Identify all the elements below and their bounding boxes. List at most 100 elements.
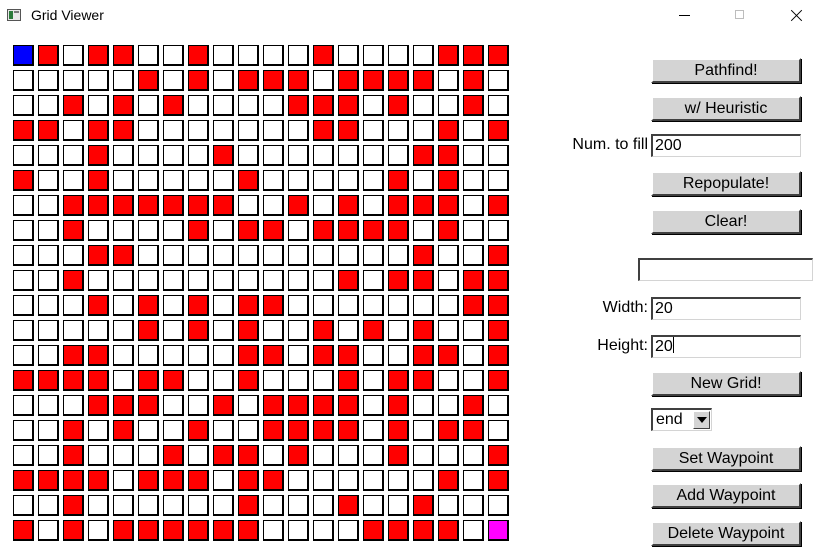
grid-cell-empty[interactable]: [88, 220, 109, 241]
grid-cell-empty[interactable]: [188, 145, 209, 166]
grid-cell-empty[interactable]: [63, 70, 84, 91]
grid-cell-empty[interactable]: [288, 245, 309, 266]
grid-cell-wall[interactable]: [113, 520, 134, 541]
grid-cell-empty[interactable]: [38, 195, 59, 216]
grid-cell-empty[interactable]: [463, 370, 484, 391]
grid-cell-empty[interactable]: [263, 370, 284, 391]
grid-cell-wall[interactable]: [388, 370, 409, 391]
grid-cell-empty[interactable]: [363, 395, 384, 416]
grid-cell-empty[interactable]: [463, 170, 484, 191]
grid-cell-empty[interactable]: [163, 320, 184, 341]
grid-cell-empty[interactable]: [188, 395, 209, 416]
grid-cell-wall[interactable]: [188, 70, 209, 91]
grid-cell-wall[interactable]: [488, 120, 509, 141]
grid-cell-empty[interactable]: [363, 170, 384, 191]
grid-cell-empty[interactable]: [88, 420, 109, 441]
grid-cell-wall[interactable]: [388, 270, 409, 291]
grid-cell-empty[interactable]: [163, 270, 184, 291]
grid-cell-empty[interactable]: [13, 320, 34, 341]
grid-cell-empty[interactable]: [363, 370, 384, 391]
grid-cell-wall[interactable]: [438, 120, 459, 141]
grid-cell-wall[interactable]: [463, 270, 484, 291]
grid-cell-empty[interactable]: [438, 320, 459, 341]
grid-cell-empty[interactable]: [463, 120, 484, 141]
grid-cell-empty[interactable]: [263, 245, 284, 266]
grid-cell-empty[interactable]: [238, 245, 259, 266]
grid-cell-empty[interactable]: [413, 120, 434, 141]
clear-button[interactable]: Clear!: [651, 209, 801, 234]
grid-cell-empty[interactable]: [38, 145, 59, 166]
grid-cell-empty[interactable]: [413, 45, 434, 66]
grid-cell-empty[interactable]: [213, 120, 234, 141]
grid-cell-empty[interactable]: [488, 220, 509, 241]
grid-cell-wall[interactable]: [488, 320, 509, 341]
grid-cell-empty[interactable]: [438, 95, 459, 116]
grid-cell-empty[interactable]: [263, 495, 284, 516]
grid-cell-wall[interactable]: [438, 220, 459, 241]
grid-cell-wall[interactable]: [88, 145, 109, 166]
grid-cell-wall[interactable]: [88, 120, 109, 141]
grid-cell-wall[interactable]: [163, 445, 184, 466]
grid-cell-wall[interactable]: [313, 420, 334, 441]
grid-cell-wall[interactable]: [188, 45, 209, 66]
grid-cell-empty[interactable]: [388, 320, 409, 341]
grid-cell-wall[interactable]: [113, 420, 134, 441]
grid-cell-empty[interactable]: [363, 295, 384, 316]
grid-cell-wall[interactable]: [188, 320, 209, 341]
grid-cell-empty[interactable]: [288, 270, 309, 291]
grid-cell-wall[interactable]: [188, 295, 209, 316]
grid-cell-wall[interactable]: [13, 120, 34, 141]
grid-cell-wall[interactable]: [488, 245, 509, 266]
grid-cell-wall[interactable]: [188, 420, 209, 441]
grid-cell-empty[interactable]: [13, 495, 34, 516]
grid-cell-empty[interactable]: [38, 220, 59, 241]
grid-cell-empty[interactable]: [263, 320, 284, 341]
waypoint-select[interactable]: end: [651, 408, 712, 431]
grid-cell-empty[interactable]: [338, 295, 359, 316]
grid-cell-empty[interactable]: [388, 120, 409, 141]
grid-cell-empty[interactable]: [288, 145, 309, 166]
grid-cell-empty[interactable]: [338, 520, 359, 541]
grid-cell-empty[interactable]: [463, 195, 484, 216]
grid-cell-wall[interactable]: [338, 345, 359, 366]
grid-cell-empty[interactable]: [38, 445, 59, 466]
grid-cell-empty[interactable]: [288, 120, 309, 141]
grid-cell-empty[interactable]: [363, 470, 384, 491]
grid-cell-wall[interactable]: [63, 95, 84, 116]
grid-cell-empty[interactable]: [263, 270, 284, 291]
grid-cell-empty[interactable]: [363, 420, 384, 441]
grid-cell-wall[interactable]: [138, 195, 159, 216]
grid-cell-wall[interactable]: [88, 370, 109, 391]
grid-cell-empty[interactable]: [388, 495, 409, 516]
grid-cell-empty[interactable]: [163, 170, 184, 191]
heuristic-button[interactable]: w/ Heuristic: [651, 96, 801, 121]
grid-cell-wall[interactable]: [463, 95, 484, 116]
grid-cell-wall[interactable]: [188, 470, 209, 491]
grid-cell-wall[interactable]: [88, 45, 109, 66]
grid-cell-empty[interactable]: [288, 345, 309, 366]
grid-cell-empty[interactable]: [463, 345, 484, 366]
grid-cell-empty[interactable]: [163, 420, 184, 441]
grid-cell-empty[interactable]: [263, 445, 284, 466]
grid-cell-empty[interactable]: [13, 270, 34, 291]
grid-cell-wall[interactable]: [438, 520, 459, 541]
grid-cell-wall[interactable]: [313, 95, 334, 116]
chevron-down-icon[interactable]: [693, 411, 710, 429]
grid-cell-empty[interactable]: [413, 470, 434, 491]
grid-cell-empty[interactable]: [213, 245, 234, 266]
grid-cell-wall[interactable]: [38, 45, 59, 66]
grid-cell-wall[interactable]: [63, 345, 84, 366]
grid-cell-empty[interactable]: [13, 145, 34, 166]
grid-cell-wall[interactable]: [338, 195, 359, 216]
grid-cell-empty[interactable]: [213, 320, 234, 341]
grid-cell-empty[interactable]: [63, 395, 84, 416]
num-to-fill-input[interactable]: 200: [651, 134, 801, 157]
grid-cell-empty[interactable]: [188, 120, 209, 141]
grid-cell-empty[interactable]: [263, 170, 284, 191]
grid-cell-wall[interactable]: [238, 495, 259, 516]
grid-cell-wall[interactable]: [363, 70, 384, 91]
grid-cell-empty[interactable]: [488, 170, 509, 191]
grid-cell-empty[interactable]: [113, 145, 134, 166]
grid-cell-empty[interactable]: [163, 145, 184, 166]
grid-cell-wall[interactable]: [288, 445, 309, 466]
